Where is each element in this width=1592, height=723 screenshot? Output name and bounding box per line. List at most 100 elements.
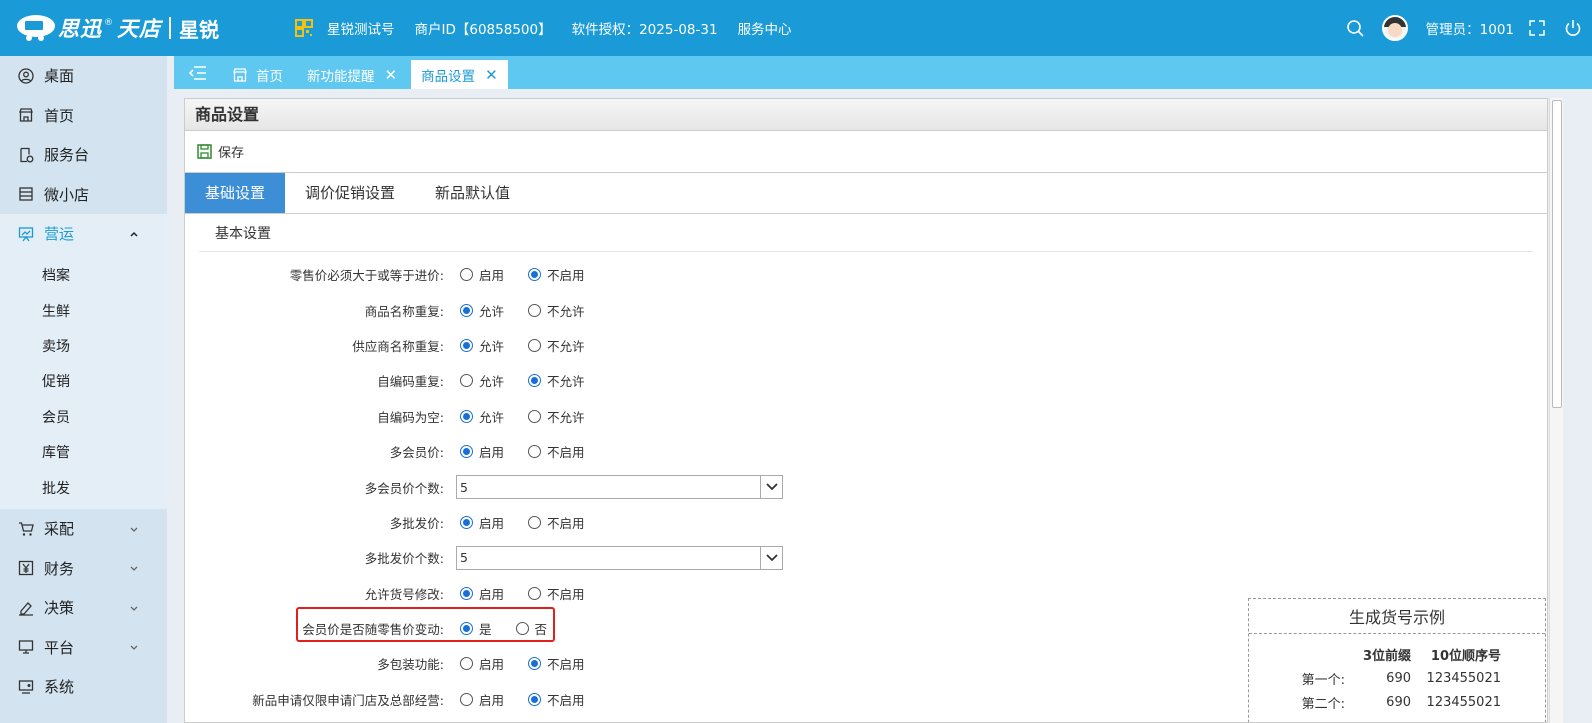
sidebar-item-home[interactable]: 首页 (0, 96, 167, 136)
radio-option-1[interactable]: 启用 (460, 690, 504, 709)
radio-option-2[interactable]: 不启用 (528, 442, 585, 461)
radio-option-1[interactable]: 启用 (460, 265, 504, 284)
sidebar-item-system[interactable]: 系统 (0, 667, 167, 707)
radio-option-2[interactable]: 不启用 (528, 690, 585, 709)
sidebar-item-desktop[interactable]: 桌面 (0, 56, 167, 96)
sidebar: 桌面 首页 服务台 微小店 营运 档案 生鲜 卖场 促销 会员 库管 批发 采配… (0, 56, 167, 723)
tab-price-promotion-settings[interactable]: 调价促销设置 (285, 173, 415, 213)
scrollbar-thumb[interactable] (1552, 100, 1562, 408)
save-button[interactable]: 保存 (218, 142, 244, 161)
sidebar-item-service-desk[interactable]: 服务台 (0, 135, 167, 175)
radio-option-2[interactable]: 不启用 (528, 265, 585, 284)
radio-option-1[interactable]: 启用 (460, 654, 504, 673)
radio-button[interactable] (528, 445, 542, 459)
radio-button[interactable] (460, 338, 473, 352)
tab-home[interactable]: 首页 (222, 60, 293, 89)
radio-option-2[interactable]: 不允许 (528, 301, 585, 320)
chevron-down-icon[interactable] (760, 546, 782, 569)
radio-label: 不启用 (547, 657, 585, 673)
radio-option-1[interactable]: 允许 (460, 336, 504, 355)
submenu-item-member[interactable]: 会员 (0, 399, 167, 434)
vertical-scrollbar[interactable] (1549, 98, 1563, 723)
radio-button[interactable] (460, 692, 473, 706)
account-name[interactable]: 星锐测试号 (327, 18, 395, 38)
submenu-item-inventory[interactable]: 库管 (0, 434, 167, 469)
radio-option-2[interactable]: 不启用 (528, 513, 585, 532)
sidebar-item-platform[interactable]: 平台 (0, 628, 167, 668)
member-price-count-select[interactable]: 5 (456, 475, 783, 500)
submenu-item-wholesale[interactable]: 批发 (0, 470, 167, 505)
tab-new-product-defaults[interactable]: 新品默认值 (415, 173, 530, 213)
radio-button[interactable] (515, 622, 529, 636)
table-row: 第一个: 690 123455021 (1249, 666, 1501, 690)
radio-button[interactable] (528, 268, 542, 282)
submenu-item-promotion[interactable]: 促销 (0, 364, 167, 399)
service-center-link[interactable]: 服务中心 (738, 18, 792, 38)
close-icon[interactable]: ✕ (485, 66, 498, 84)
tab-new-features[interactable]: 新功能提醒 ✕ (297, 60, 407, 89)
wholesale-price-count-select[interactable]: 5 (456, 545, 783, 570)
setting-row: 自编码为空: 允许 不允许 (185, 399, 985, 434)
radio-option-1[interactable]: 启用 (460, 513, 504, 532)
radio-button[interactable] (528, 657, 542, 671)
sidebar-item-operations[interactable]: 营运 (0, 214, 167, 254)
radio-option-2[interactable]: 不启用 (528, 654, 585, 673)
radio-label: 启用 (479, 268, 505, 284)
radio-option-1[interactable]: 启用 (460, 584, 504, 603)
radio-option-1[interactable]: 启用 (460, 442, 504, 461)
radio-label: 不允许 (547, 338, 585, 354)
radio-option-no[interactable]: 否 (515, 619, 547, 638)
power-icon[interactable] (1564, 19, 1582, 37)
chevron-down-icon[interactable] (760, 476, 782, 499)
radio-button[interactable] (460, 268, 473, 282)
radio-option-2[interactable]: 不允许 (528, 336, 585, 355)
radio-option-1[interactable]: 允许 (460, 407, 504, 426)
radio-button[interactable] (528, 374, 542, 388)
radio-button[interactable] (460, 622, 473, 636)
menu-toggle-icon[interactable] (174, 56, 222, 89)
radio-button[interactable] (460, 586, 473, 600)
tab-basic-settings[interactable]: 基础设置 (185, 173, 286, 213)
tab-product-settings[interactable]: 商品设置 ✕ (411, 60, 508, 89)
radio-label: 不允许 (547, 409, 585, 425)
cart-logo-icon (17, 15, 55, 41)
save-icon[interactable] (197, 144, 212, 159)
sidebar-item-label: 营运 (44, 225, 75, 244)
radio-option-1[interactable]: 允许 (460, 371, 504, 390)
submenu-item-archive[interactable]: 档案 (0, 258, 167, 293)
radio-option-1[interactable]: 允许 (460, 301, 504, 320)
sidebar-item-decision[interactable]: 决策 (0, 588, 167, 628)
radio-button[interactable] (528, 586, 542, 600)
close-icon[interactable]: ✕ (385, 66, 398, 84)
search-icon[interactable] (1346, 19, 1364, 37)
radio-label: 允许 (479, 303, 505, 319)
radio-button[interactable] (460, 409, 473, 423)
radio-option-2[interactable]: 不允许 (528, 371, 585, 390)
radio-button[interactable] (460, 657, 473, 671)
submenu-item-sales-floor[interactable]: 卖场 (0, 328, 167, 363)
qrcode-icon[interactable] (295, 19, 313, 37)
select-value: 5 (460, 550, 468, 566)
radio-option-yes[interactable]: 是 (460, 619, 492, 638)
radio-button[interactable] (528, 409, 542, 423)
radio-button[interactable] (528, 303, 542, 317)
radio-button[interactable] (460, 303, 473, 317)
radio-option-2[interactable]: 不允许 (528, 407, 585, 426)
radio-button[interactable] (528, 515, 542, 529)
sidebar-item-purchasing[interactable]: 采配 (0, 509, 167, 549)
fullscreen-icon[interactable] (1528, 19, 1546, 37)
radio-button[interactable] (460, 515, 473, 529)
radio-button[interactable] (528, 692, 542, 706)
radio-button[interactable] (460, 445, 473, 459)
radio-label: 不允许 (547, 374, 585, 390)
avatar[interactable] (1381, 15, 1408, 41)
sidebar-item-label: 采配 (44, 520, 75, 539)
radio-option-2[interactable]: 不启用 (528, 584, 585, 603)
radio-button[interactable] (528, 338, 542, 352)
sidebar-item-micro-store[interactable]: 微小店 (0, 175, 167, 215)
radio-button[interactable] (460, 374, 473, 388)
sidebar-item-finance[interactable]: 财务 (0, 549, 167, 589)
admin-label[interactable]: 管理员：1001 (1426, 18, 1514, 38)
submenu-item-fresh[interactable]: 生鲜 (0, 293, 167, 328)
license-date: 软件授权：2025-08-31 (571, 22, 718, 38)
